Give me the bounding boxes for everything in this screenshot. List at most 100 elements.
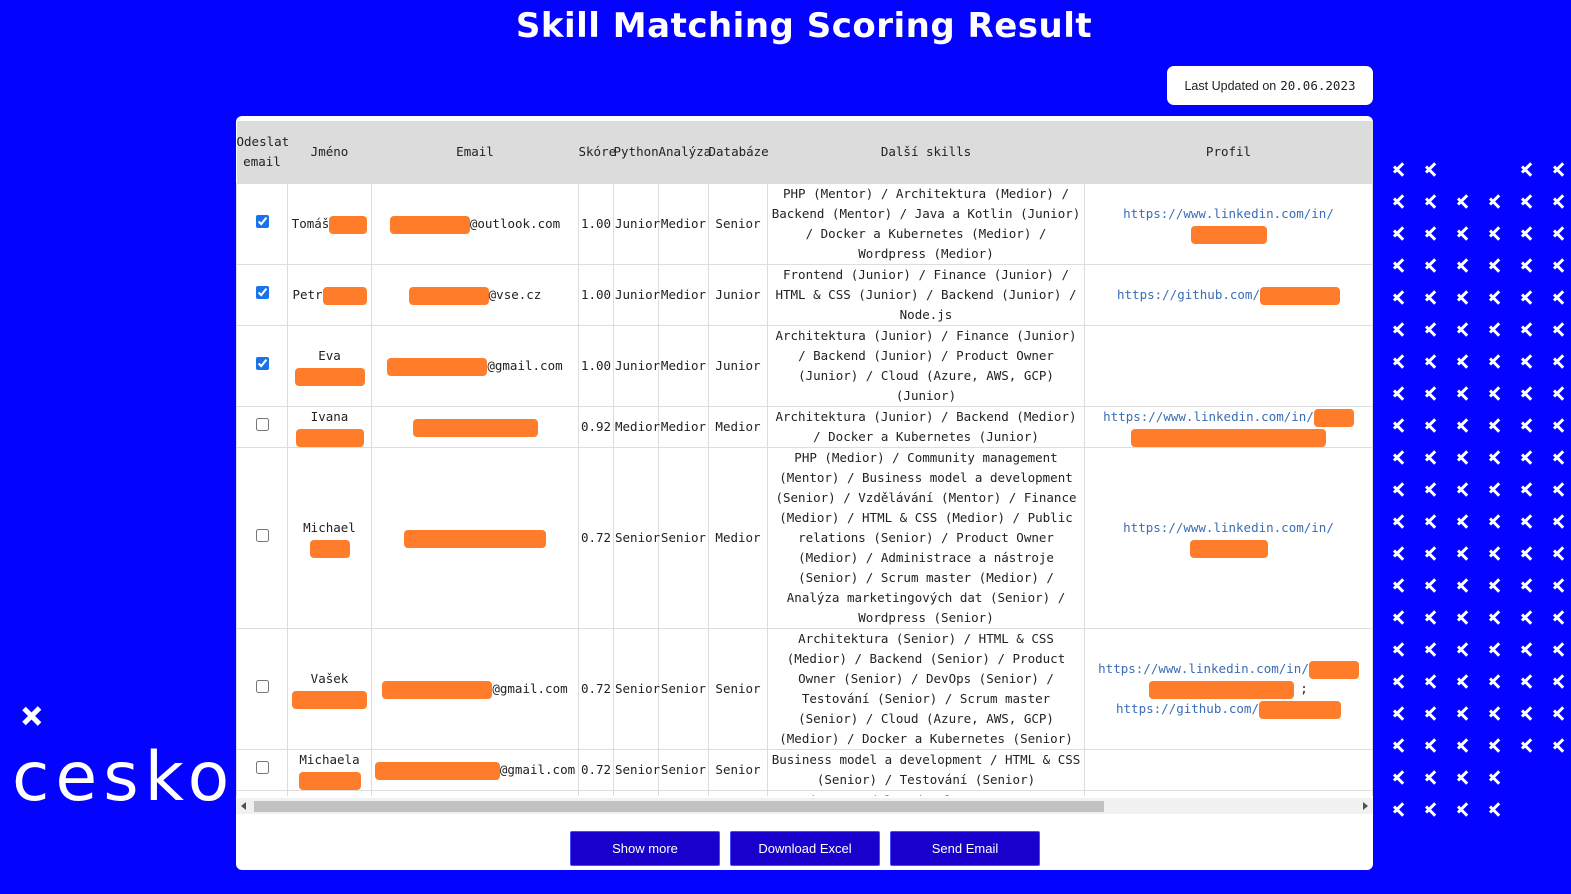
chevron-right-icon	[1457, 386, 1471, 400]
score-cell: 0.92	[578, 406, 614, 448]
scroll-left-icon[interactable]	[241, 802, 246, 810]
profile-link[interactable]: https://www.linkedin.com/in/	[1098, 661, 1309, 676]
chevron-right-icon	[1489, 546, 1503, 560]
show-more-button[interactable]: Show more	[570, 831, 720, 866]
send-email-checkbox[interactable]	[255, 680, 269, 693]
chevron-right-icon	[1489, 738, 1503, 752]
redaction-mark	[294, 367, 365, 386]
chevron-right-icon	[1393, 258, 1407, 272]
send-email-checkbox[interactable]	[255, 215, 269, 228]
chevron-right-icon	[1393, 226, 1407, 240]
scroll-right-icon[interactable]	[1363, 802, 1368, 810]
redaction-mark	[322, 286, 367, 305]
table-scroll-area[interactable]: Odeslat email Jméno Email Skóre Python A…	[236, 121, 1373, 796]
send-email-checkbox[interactable]	[255, 286, 269, 299]
chevron-right-icon	[1553, 322, 1567, 336]
name-cell: Zuzana	[287, 790, 372, 796]
send-email-cell	[236, 325, 288, 407]
skills-cell: Architektura (Senior) / HTML & CSS (Medi…	[767, 628, 1085, 750]
header-profile: Profil	[1084, 121, 1373, 184]
profile-link[interactable]: https://www.linkedin.com/in/	[1123, 520, 1334, 535]
send-email-cell	[236, 447, 288, 629]
candidate-name: Ivana	[310, 409, 349, 424]
chevron-right-icon	[1457, 258, 1471, 272]
name-cell: Eva	[287, 325, 372, 407]
send-email-cell	[236, 264, 288, 326]
profile-link[interactable]: https://github.com/	[1117, 287, 1260, 302]
chevron-right-icon	[1457, 418, 1471, 432]
chevron-right-icon	[1457, 354, 1471, 368]
profile-cell	[1084, 749, 1373, 791]
chevron-right-icon	[1489, 770, 1503, 784]
send-email-checkbox[interactable]	[255, 529, 269, 542]
email-cell	[371, 406, 579, 448]
chevron-right-icon	[1425, 514, 1439, 528]
table-row: Michael 0.72 Senior Senior Medior PHP (Medior…	[236, 447, 1373, 629]
skills-cell: Frontend (Junior) / Finance (Junior) / H…	[767, 264, 1085, 326]
scrollbar-thumb[interactable]	[254, 801, 1104, 812]
name-cell: Ivana	[287, 406, 372, 448]
chevron-right-icon	[1457, 226, 1471, 240]
chevron-right-icon	[1521, 546, 1535, 560]
profile-link[interactable]: https://www.linkedin.com/in/	[1123, 206, 1334, 221]
chevron-right-icon	[1393, 610, 1407, 624]
profile-link[interactable]: https://github.com/	[1116, 701, 1259, 716]
chevron-right-icon	[1457, 514, 1471, 528]
chevron-right-icon	[1521, 386, 1535, 400]
send-email-checkbox[interactable]	[255, 418, 269, 431]
chevron-right-icon	[1553, 418, 1567, 432]
redaction-mark	[295, 428, 364, 447]
candidate-email: @gmail.com	[487, 358, 563, 373]
redaction-mark	[412, 418, 538, 437]
analyza-level: Medior	[658, 325, 709, 407]
chevron-right-icon	[1425, 194, 1439, 208]
horizontal-scrollbar[interactable]	[236, 798, 1373, 814]
chevron-right-icon	[1553, 610, 1567, 624]
chevron-right-icon	[1457, 770, 1471, 784]
redaction-mark	[408, 286, 489, 305]
databaze-level: Senior	[708, 183, 768, 265]
profile-link[interactable]: https://www.linkedin.com/in/	[1103, 409, 1314, 424]
chevron-right-icon	[1489, 706, 1503, 720]
chevron-right-icon	[1425, 290, 1439, 304]
email-cell: @gmail.com	[371, 749, 579, 791]
header-databaze: Databáze	[708, 121, 769, 184]
chevron-right-icon	[1393, 162, 1407, 176]
chevron-right-icon	[1425, 322, 1439, 336]
send-email-button[interactable]: Send Email	[890, 831, 1040, 866]
results-card: Odeslat email Jméno Email Skóre Python A…	[236, 116, 1373, 870]
table-row: Vašek @gmail.com 0.72 Senior Senior Senior Arc…	[236, 628, 1373, 750]
python-level: Junior	[613, 264, 660, 326]
send-email-checkbox[interactable]	[255, 357, 269, 370]
profile-cell: https://www.linkedin.com/in/	[1084, 183, 1373, 265]
chevron-right-icon	[1553, 578, 1567, 592]
chevron-right-icon	[1457, 482, 1471, 496]
analyza-level: Senior	[658, 447, 709, 629]
redaction-mark	[1189, 539, 1268, 558]
chevron-right-icon	[1457, 610, 1471, 624]
python-level: Medior	[613, 406, 660, 448]
analyza-level: Senior	[658, 749, 709, 791]
profile-separator: ;	[1300, 681, 1308, 696]
email-cell: @outlook.com	[371, 183, 579, 265]
chevron-right-icon	[1393, 642, 1407, 656]
table-row: Michaela @gmail.com 0.72 Senior Senior Senior…	[236, 749, 1373, 791]
chevron-right-icon	[1553, 386, 1567, 400]
chevron-right-icon	[1425, 738, 1439, 752]
chevron-right-icon	[1489, 642, 1503, 656]
send-email-checkbox[interactable]	[255, 761, 269, 774]
chevron-right-icon	[1457, 674, 1471, 688]
download-excel-button[interactable]: Download Excel	[730, 831, 880, 866]
chevron-right-icon	[1489, 194, 1503, 208]
send-email-cell	[236, 183, 288, 265]
email-cell	[371, 447, 579, 629]
table-row: Ivana 0.92 Medior Medior Medior Architektura …	[236, 406, 1373, 448]
chevron-right-icon	[1393, 322, 1407, 336]
chevron-right-icon	[1521, 226, 1535, 240]
chevron-right-icon	[1553, 290, 1567, 304]
redaction-mark	[309, 539, 350, 558]
score-cell: 1.00	[578, 264, 614, 326]
chevron-right-icon	[1393, 738, 1407, 752]
chevron-right-icon	[1521, 322, 1535, 336]
redaction-mark	[1190, 225, 1267, 244]
